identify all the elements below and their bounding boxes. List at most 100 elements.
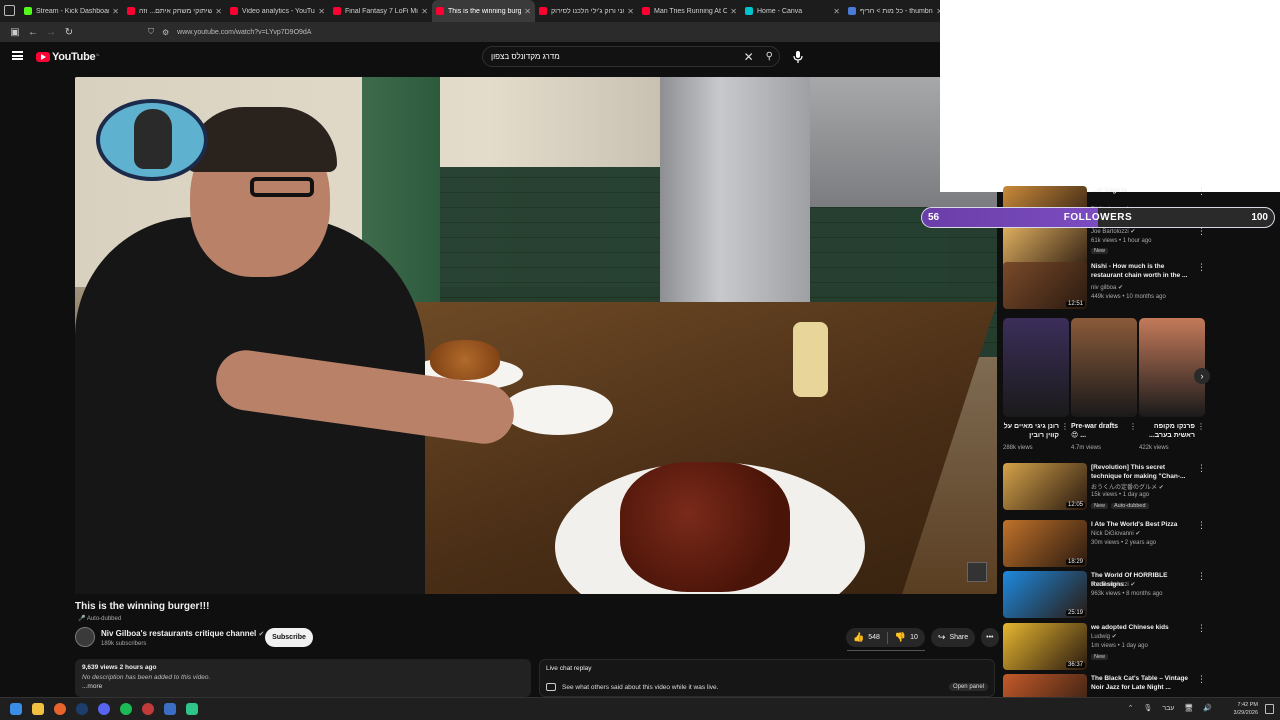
forward-icon[interactable]: → [42,27,60,38]
microphone-icon[interactable] [792,50,804,64]
channel-text[interactable]: Ludwig [1091,634,1110,640]
browser-tab[interactable]: שיתוקי משחק איתם... וזה ✕ [123,0,226,22]
video-thumbnail[interactable]: 36:37 [1003,623,1087,670]
short-thumbnail[interactable] [1003,318,1069,417]
microphone-tray-icon[interactable]: 🎙 [1143,704,1152,712]
browser-tab[interactable]: This is the winning burger ✕ [432,0,535,22]
channel-text[interactable]: おうくんの定番のグルメ [1091,485,1157,491]
video-title[interactable]: The Black Cat's Table – Vintage Noir Jaz… [1091,674,1191,692]
video-title[interactable]: we adopted Chinese kids [1091,623,1191,632]
network-icon[interactable]: 🖥 [1184,704,1193,712]
notifications-icon[interactable] [1265,704,1274,714]
spotify-icon[interactable] [120,703,132,715]
menu-icon[interactable] [12,51,23,60]
browser-tab[interactable]: אני ורוק ג'ילי הלכנו לסירוק ✕ [535,0,638,22]
site-settings-icon[interactable]: ⚙ [162,28,169,37]
video-title[interactable]: I Ate The World's Best Pizza [1091,520,1191,529]
youtube-logo[interactable]: YouTube IL [36,51,100,63]
search-input[interactable]: מדרג מקדונלס בצפון [489,52,744,61]
short-title[interactable]: Pre-war drafts 😍 ... [1071,422,1127,440]
close-tab-icon[interactable]: ✕ [215,7,222,16]
close-tab-icon[interactable]: ✕ [730,7,737,16]
like-button[interactable]: 👍 548 [846,632,887,643]
recommended-video[interactable]: 25:19 The World Of HORRIBLE Redesigns Joe … [1003,571,1213,621]
back-icon[interactable]: ← [24,27,42,38]
video-thumbnail[interactable]: 12:05 [1003,463,1087,510]
video-channel[interactable]: niv gilboa ✔ [1091,284,1123,291]
tray-expand-icon[interactable]: ⌃ [1128,704,1134,712]
video-title[interactable]: Nishi - How much is the restaurant chain… [1091,262,1191,280]
app-icon[interactable] [142,703,154,715]
channel-name-text[interactable]: Niv Gilboa's restaurants critique channe… [101,629,256,638]
short-thumbnail[interactable] [1071,318,1137,417]
video-title[interactable]: ...er Saga Is [1091,186,1191,195]
shorts-next-button[interactable]: › [1194,368,1210,384]
channel-text[interactable]: Joe Bartolozzi [1091,229,1129,235]
more-options-icon[interactable]: ⋮ [1197,520,1206,531]
short-title[interactable]: רונן גיגי מאיים על קווין רובין [1003,422,1059,440]
subscribe-button[interactable]: Subscribe [265,628,313,647]
steam-icon[interactable] [76,703,88,715]
more-options-icon[interactable]: ⋮ [1197,262,1206,273]
more-options-icon[interactable]: ⋮ [1197,463,1206,474]
file-explorer-icon[interactable] [32,703,44,715]
video-thumbnail[interactable]: 25:19 [1003,571,1087,618]
video-thumbnail[interactable]: 18:29 [1003,520,1087,567]
video-player[interactable] [75,77,997,594]
browser-tab[interactable]: כל מות > חריף - thumbnail✕ [844,0,947,22]
more-options-icon[interactable]: ⋮ [1197,186,1206,197]
clear-search-icon[interactable]: ✕ [744,50,754,64]
close-tab-icon[interactable]: ✕ [112,7,119,16]
browser-tab[interactable]: Home - Canva ✕ [741,0,844,22]
close-tab-icon[interactable]: ✕ [833,7,840,16]
video-title[interactable]: [Revolution] This secret technique for m… [1091,463,1191,481]
more-options-icon[interactable]: ⋮ [1197,571,1206,582]
open-panel-button[interactable]: Open panel [948,683,988,691]
video-channel[interactable]: Joe Bartolozzi ✔ [1091,581,1135,588]
recommended-video[interactable]: 12:51 Nishi - How much is the restaurant … [1003,262,1213,312]
channel-name[interactable]: Niv Gilboa's restaurants critique channe… [101,629,264,638]
app-icon[interactable] [186,703,198,715]
search-icon[interactable]: ⚲ [766,51,773,62]
browser-tab[interactable]: Stream - Kick Dashboard ✕ [20,0,123,22]
sidebar-toggle-icon[interactable] [4,5,15,16]
more-actions-button[interactable]: ••• [981,628,999,647]
video-channel[interactable]: おうくんの定番のグルメ ✔ [1091,482,1164,491]
channel-text[interactable]: Joe Bartolozzi [1091,582,1129,588]
share-button[interactable]: ↪ Share [930,628,976,647]
more-options-icon[interactable]: ⋮ [1197,422,1205,431]
volume-icon[interactable]: 🔊 [1203,704,1212,712]
start-icon[interactable] [10,703,22,715]
more-options-icon[interactable]: ⋮ [1197,623,1206,634]
more-options-icon[interactable]: ⋮ [1129,422,1137,431]
short-thumbnail[interactable] [1139,318,1205,417]
recommended-video[interactable]: 36:37 we adopted Chinese kids Ludwig ✔ 1m v… [1003,623,1213,673]
description-box[interactable]: 9,639 views 2 hours ago No description h… [75,659,531,697]
close-tab-icon[interactable]: ✕ [627,7,634,16]
firefox-icon[interactable] [54,703,66,715]
channel-watermark-icon[interactable] [967,562,987,582]
browser-tab[interactable]: Final Fantasy 7 LoFi Mix - [✕ [329,0,432,22]
tabs-icon[interactable]: ▣ [6,27,24,38]
url-text[interactable]: www.youtube.com/watch?v=LYvp7D9O9dA [177,29,311,36]
browser-tab[interactable]: Video analytics - YouTube Studio✕ [226,0,329,22]
recommended-video[interactable]: 12:05 [Revolution] This secret technique … [1003,463,1213,513]
video-channel[interactable]: Ludwig ✔ [1091,633,1117,640]
recommended-video[interactable]: 18:29 I Ate The World's Best Pizza Nick Di… [1003,520,1213,570]
more-options-icon[interactable]: ⋮ [1197,674,1206,685]
browser-tab[interactable]: Man Tries Running At Cop W✕ [638,0,741,22]
channel-text[interactable]: Nick DiGiovanni [1091,531,1134,537]
app-icon[interactable] [164,703,176,715]
reload-icon[interactable]: ↻ [60,27,78,38]
channel-text[interactable]: niv gilboa [1091,285,1116,291]
language-indicator[interactable]: עבר [1162,705,1174,712]
short-title[interactable]: פרנקו מקופה ראשית בערב... [1139,422,1195,440]
video-channel[interactable]: Nick DiGiovanni ✔ [1091,530,1140,537]
search-box[interactable]: מדרג מקדונלס בצפון ✕ ⚲ [482,46,780,67]
discord-icon[interactable] [98,703,110,715]
address-bar[interactable]: ⛉ ⚙ www.youtube.com/watch?v=LYvp7D9O9dA [148,27,311,37]
video-channel[interactable]: Joe Bartolozzi ✔ [1091,228,1135,235]
close-tab-icon[interactable]: ✕ [524,7,531,16]
shield-icon[interactable]: ⛉ [148,27,154,37]
show-more-link[interactable]: ...more [82,683,524,690]
